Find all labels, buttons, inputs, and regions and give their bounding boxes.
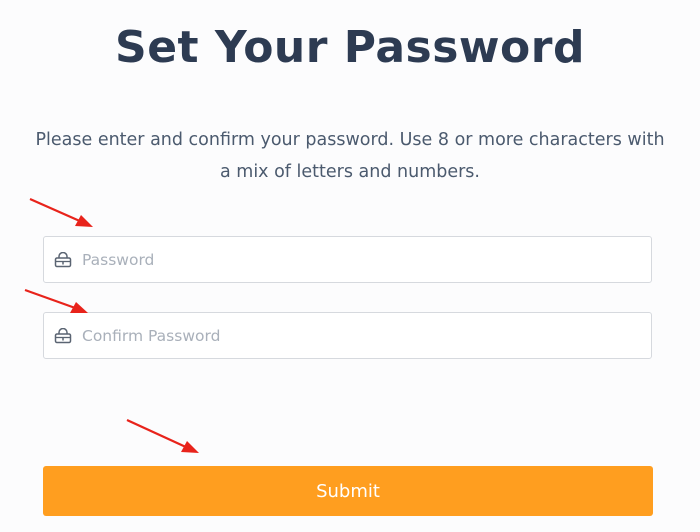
password-input[interactable] [82, 237, 642, 282]
lock-icon [54, 328, 72, 344]
page-instructions: Please enter and confirm your password. … [35, 130, 665, 182]
password-field[interactable] [43, 236, 652, 283]
red-arrow-icon [24, 288, 88, 313]
submit-button[interactable]: Submit [43, 466, 653, 516]
red-arrow-icon [29, 197, 93, 227]
confirm-password-input[interactable] [82, 313, 642, 358]
set-password-page: Set Your Password Please enter and confi… [0, 0, 700, 532]
page-title: Set Your Password [115, 22, 585, 73]
confirm-password-field[interactable] [43, 312, 652, 359]
red-arrow-icon [126, 419, 199, 453]
lock-icon [54, 252, 72, 268]
